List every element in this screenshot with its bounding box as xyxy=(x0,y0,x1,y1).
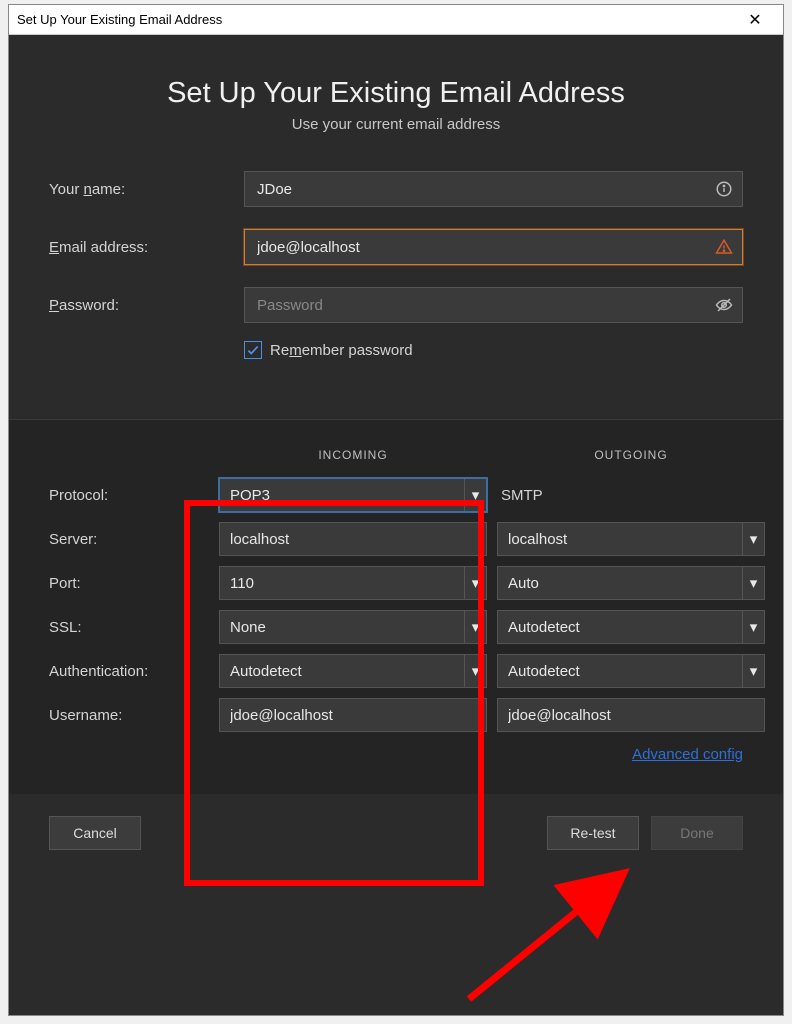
retest-button[interactable]: Re-test xyxy=(547,816,639,850)
port-label: Port: xyxy=(49,575,209,592)
chevron-down-icon: ▾ xyxy=(464,611,486,643)
server-settings-panel: INCOMING OUTGOING Protocol: POP3 ▾ SMTP … xyxy=(9,419,783,794)
info-icon[interactable] xyxy=(715,180,733,198)
eye-off-icon[interactable] xyxy=(715,296,733,314)
chevron-down-icon: ▾ xyxy=(742,655,764,687)
window-title: Set Up Your Existing Email Address xyxy=(17,12,735,27)
warning-icon xyxy=(715,238,733,256)
protocol-label: Protocol: xyxy=(49,487,209,504)
outgoing-server-select[interactable]: localhost ▾ xyxy=(497,522,765,556)
outgoing-auth-select[interactable]: Autodetect ▾ xyxy=(497,654,765,688)
incoming-auth-select[interactable]: Autodetect ▾ xyxy=(219,654,487,688)
outgoing-header: OUTGOING xyxy=(497,448,765,468)
annotation-arrow xyxy=(429,859,649,1009)
chevron-down-icon: ▾ xyxy=(464,655,486,687)
incoming-ssl-select[interactable]: None ▾ xyxy=(219,610,487,644)
incoming-server-input[interactable] xyxy=(219,522,487,556)
intro-block: Set Up Your Existing Email Address Use y… xyxy=(9,35,783,161)
remember-checkbox[interactable] xyxy=(244,341,262,359)
done-button[interactable]: Done xyxy=(651,816,743,850)
incoming-header: INCOMING xyxy=(219,448,487,468)
button-bar: Cancel Re-test Done xyxy=(9,794,783,870)
titlebar: Set Up Your Existing Email Address ✕ xyxy=(9,5,783,35)
advanced-config-link[interactable]: Advanced config xyxy=(632,746,743,763)
incoming-username-input[interactable] xyxy=(219,698,487,732)
chevron-down-icon: ▾ xyxy=(464,479,486,511)
remember-label: Remember password xyxy=(270,342,413,359)
dialog-window: Set Up Your Existing Email Address ✕ Set… xyxy=(8,4,784,1016)
chevron-down-icon: ▾ xyxy=(742,611,764,643)
cancel-button[interactable]: Cancel xyxy=(49,816,141,850)
server-grid: INCOMING OUTGOING Protocol: POP3 ▾ SMTP … xyxy=(49,448,743,732)
close-button[interactable]: ✕ xyxy=(735,10,775,30)
outgoing-ssl-select[interactable]: Autodetect ▾ xyxy=(497,610,765,644)
password-input[interactable] xyxy=(244,287,743,323)
chevron-down-icon: ▾ xyxy=(742,567,764,599)
email-label: Email address: xyxy=(49,239,244,256)
name-label: Your name: xyxy=(49,181,244,198)
remember-row: Remember password xyxy=(244,341,743,359)
incoming-port-select[interactable]: 110 ▾ xyxy=(219,566,487,600)
incoming-protocol-select[interactable]: POP3 ▾ xyxy=(219,478,487,512)
page-heading: Set Up Your Existing Email Address xyxy=(29,77,763,110)
server-label: Server: xyxy=(49,531,209,548)
username-label: Username: xyxy=(49,707,209,724)
dialog-content: Set Up Your Existing Email Address Use y… xyxy=(9,35,783,1015)
outgoing-username-input[interactable] xyxy=(497,698,765,732)
auth-label: Authentication: xyxy=(49,663,209,680)
outgoing-protocol-text: SMTP xyxy=(497,487,765,504)
name-input[interactable] xyxy=(244,171,743,207)
chevron-down-icon: ▾ xyxy=(742,523,764,555)
password-row: Password: xyxy=(49,287,743,323)
chevron-down-icon: ▾ xyxy=(464,567,486,599)
password-label: Password: xyxy=(49,297,244,314)
ssl-label: SSL: xyxy=(49,619,209,636)
outgoing-port-select[interactable]: Auto ▾ xyxy=(497,566,765,600)
email-input[interactable] xyxy=(244,229,743,265)
email-row: Email address: xyxy=(49,229,743,265)
page-subheading: Use your current email address xyxy=(29,116,763,133)
account-form: Your name: Email address: xyxy=(9,161,783,389)
name-row: Your name: xyxy=(49,171,743,207)
